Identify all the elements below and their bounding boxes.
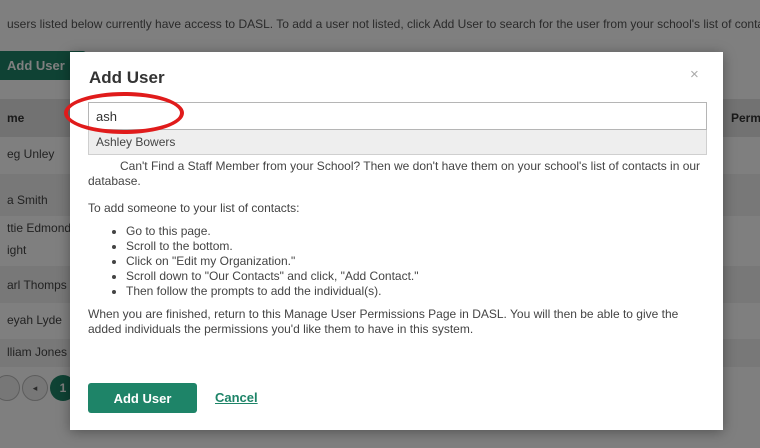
add-user-modal: Add User × Ashley Bowers Can't Find a St… xyxy=(70,52,723,430)
cant-find-text: Can't Find a Staff Member from your Scho… xyxy=(88,159,701,188)
close-icon[interactable]: × xyxy=(690,66,699,83)
modal-title: Add User xyxy=(89,68,165,87)
list-item: Then follow the prompts to add the indiv… xyxy=(126,284,708,299)
user-search-input[interactable] xyxy=(88,102,707,130)
when-done-text: When you are finished, return to this Ma… xyxy=(88,307,679,336)
steps-list: Go to this page. Scroll to the bottom. C… xyxy=(88,224,708,299)
how-to-text: To add someone to your list of contacts: xyxy=(88,201,300,215)
suggestion-item[interactable]: Ashley Bowers xyxy=(88,130,707,155)
cancel-button[interactable]: Cancel xyxy=(215,390,258,405)
list-item: Go to this page. xyxy=(126,224,708,239)
modal-body: Can't Find a Staff Member from your Scho… xyxy=(88,159,708,337)
list-item: Scroll to the bottom. xyxy=(126,239,708,254)
add-user-button[interactable]: Add User xyxy=(88,383,197,413)
list-item: Scroll down to "Our Contacts" and click,… xyxy=(126,269,708,284)
list-item: Click on "Edit my Organization." xyxy=(126,254,708,269)
